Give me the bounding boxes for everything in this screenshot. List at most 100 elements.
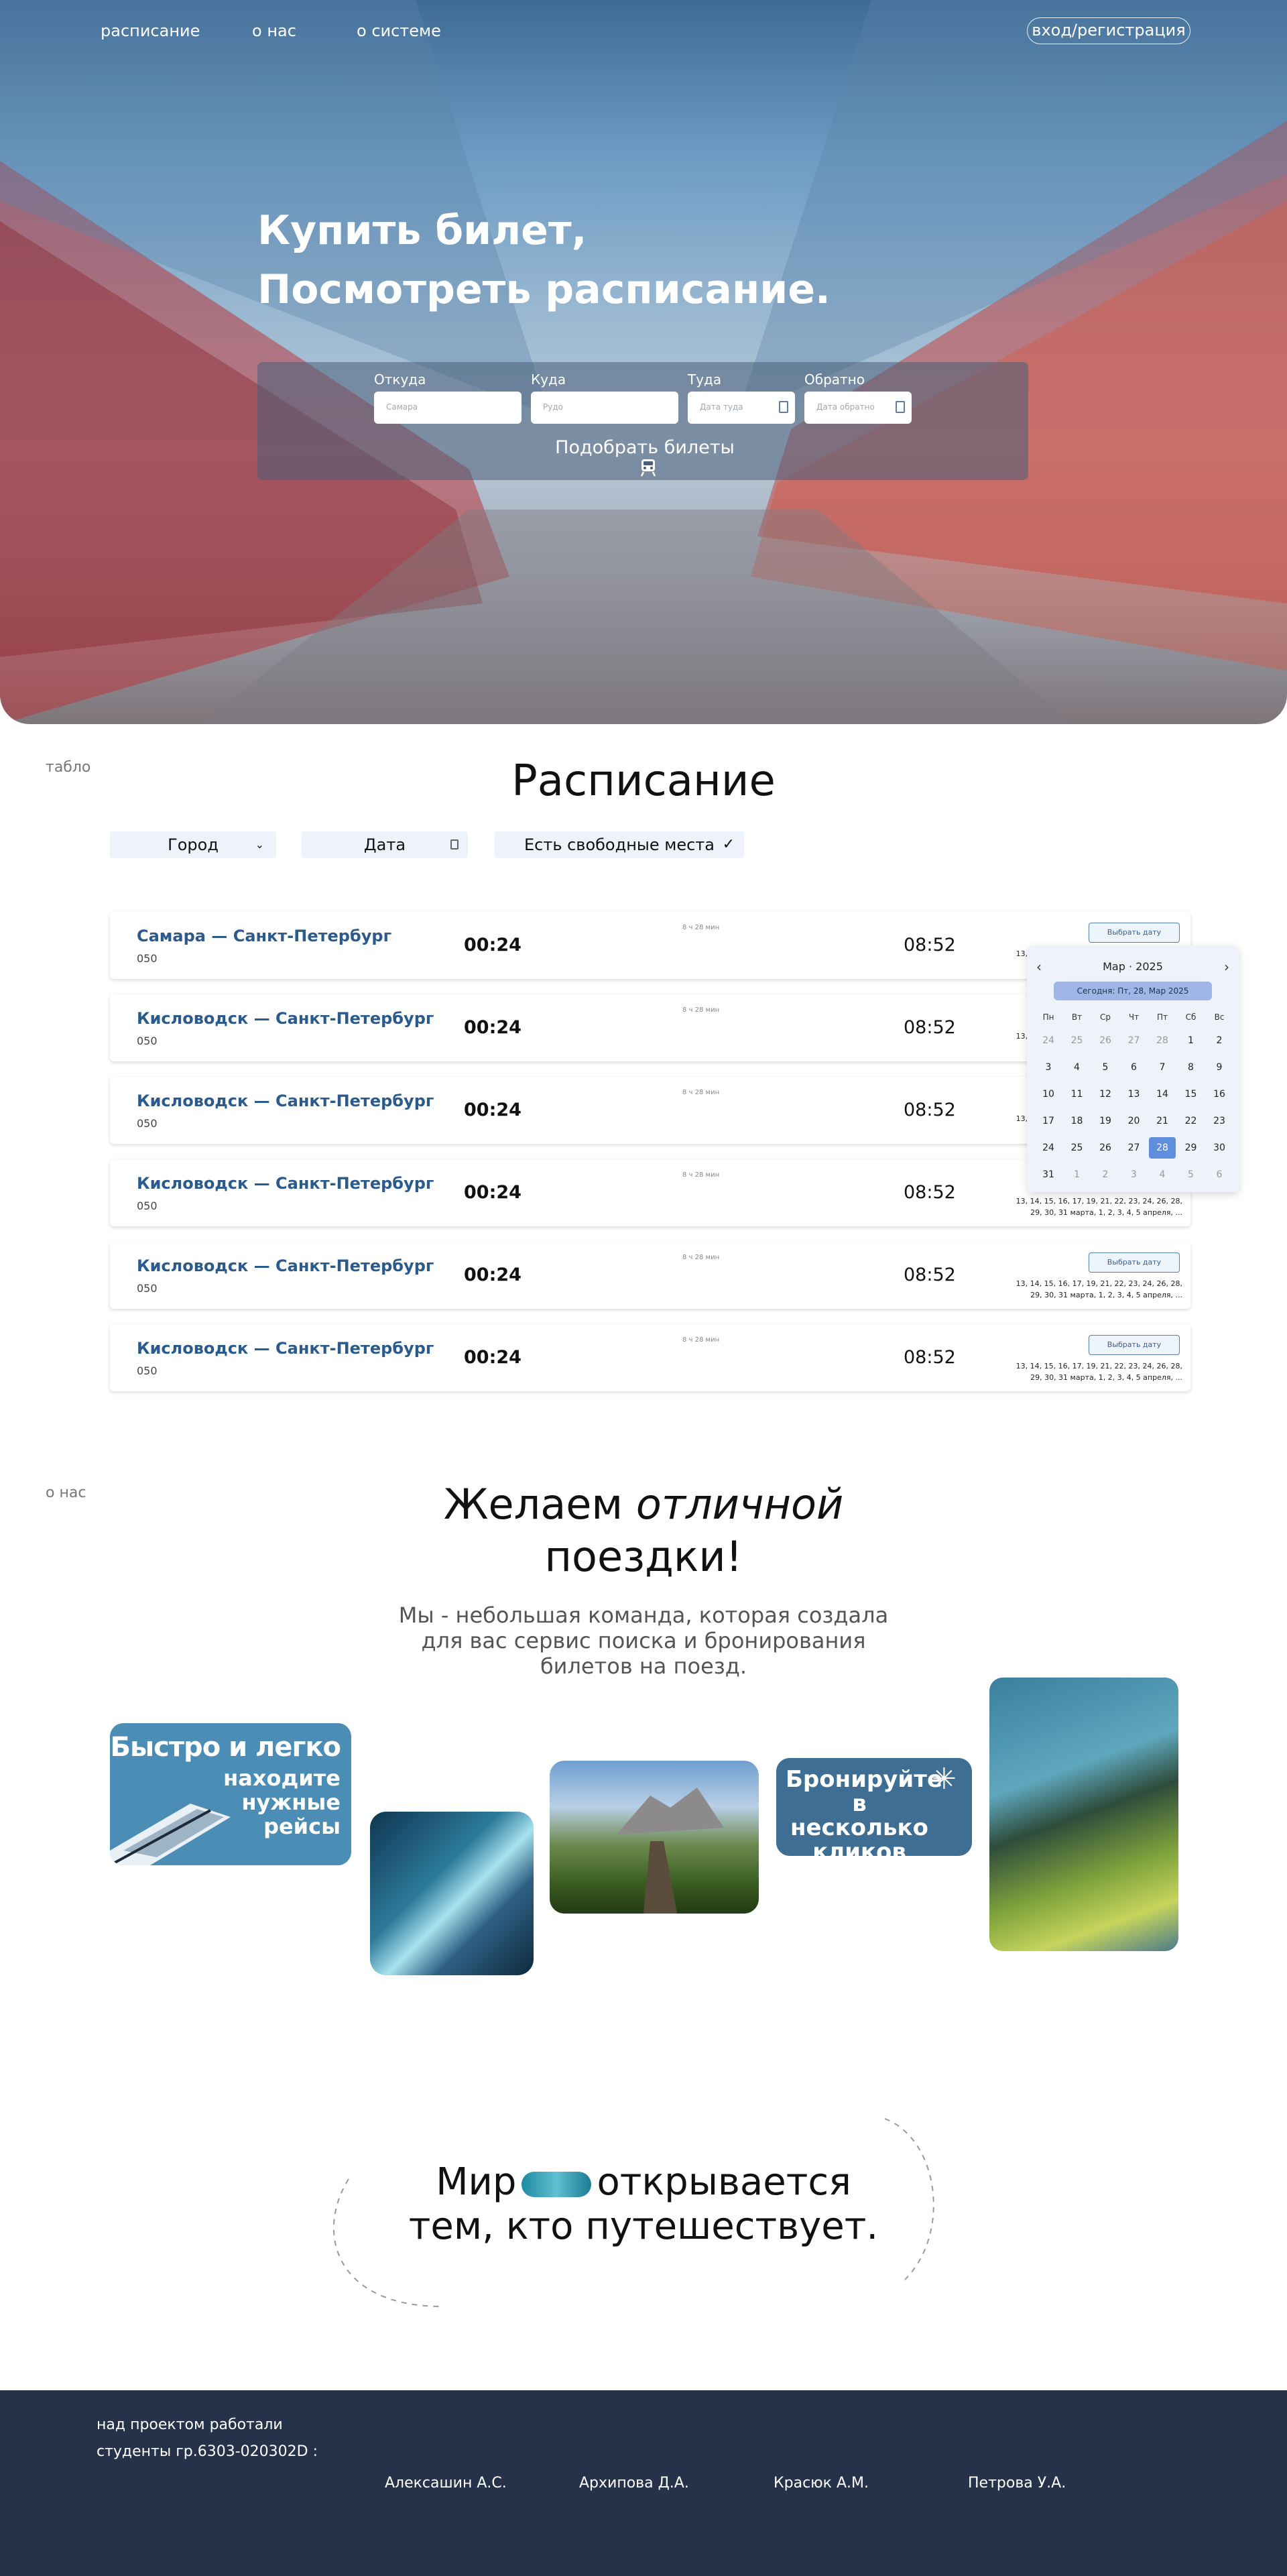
train-number: 050 xyxy=(137,1282,158,1295)
calendar-day[interactable]: 30 xyxy=(1206,1137,1233,1159)
calendar-today-button[interactable]: Сегодня: Пт, 28, Мар 2025 xyxy=(1054,982,1212,1000)
world-slogan-after: открывается xyxy=(597,2160,851,2204)
promo-fast-easy-title: Быстро и легко xyxy=(110,1732,341,1763)
calendar-day[interactable]: 25 xyxy=(1064,1030,1091,1051)
travel-duration: 8 ч 28 мин xyxy=(682,1171,720,1179)
calendar-day[interactable]: 31 xyxy=(1035,1164,1062,1185)
calendar-day[interactable]: 27 xyxy=(1121,1030,1148,1051)
calendar-month[interactable]: Мар xyxy=(1103,960,1125,973)
calendar-day[interactable]: 11 xyxy=(1064,1084,1091,1105)
calendar-year[interactable]: 2025 xyxy=(1136,960,1163,973)
calendar-day[interactable]: 3 xyxy=(1121,1164,1148,1185)
date-picker-calendar[interactable]: ‹ Мар · 2025 › Сегодня: Пт, 28, Мар 2025… xyxy=(1027,945,1239,1192)
promo-fast-easy-card: Быстро и легко находите нужные рейсы xyxy=(110,1723,351,1865)
calendar-icon[interactable] xyxy=(896,401,905,413)
promo-booking-card: Бронируйте в несколько кликов ✳ xyxy=(776,1758,972,1856)
calendar-icon[interactable] xyxy=(779,401,788,413)
return-input[interactable]: Дата обратно xyxy=(804,392,912,424)
calendar-day[interactable]: 26 xyxy=(1092,1137,1119,1159)
date-filter-label: Дата xyxy=(363,835,406,854)
weekday-label: Вт xyxy=(1071,1012,1083,1022)
calendar-day[interactable]: 17 xyxy=(1035,1110,1062,1132)
calendar-day[interactable]: 4 xyxy=(1149,1164,1176,1185)
world-slogan-before: Мир xyxy=(436,2160,517,2204)
arrival-time: 08:52 xyxy=(904,1017,956,1038)
footer-intro-line-1: над проектом работали xyxy=(97,2416,283,2433)
route-name: Кисловодск — Санкт-Петербург xyxy=(137,1339,434,1358)
weekday-label: Пт xyxy=(1156,1012,1168,1022)
calendar-day[interactable]: 26 xyxy=(1092,1030,1119,1051)
calendar-day[interactable]: 28 xyxy=(1149,1137,1176,1159)
calendar-day[interactable]: 3 xyxy=(1035,1057,1062,1078)
travel-duration: 8 ч 28 мин xyxy=(682,1006,720,1014)
nav-schedule-link[interactable]: расписание xyxy=(101,21,200,40)
return-field: Обратно Дата обратно xyxy=(804,371,912,424)
sparkle-icon: ✳ xyxy=(932,1762,957,1796)
about-title-emphasis: отличной xyxy=(635,1480,844,1529)
free-seats-filter[interactable]: Есть свободные места ✓ xyxy=(495,831,744,858)
calendar-day[interactable]: 1 xyxy=(1178,1030,1205,1051)
schedule-card[interactable]: Кисловодск — Санкт-Петербург 050 00:24 8 ч … xyxy=(110,1324,1190,1391)
calendar-day[interactable]: 9 xyxy=(1206,1057,1233,1078)
arrival-time: 08:52 xyxy=(904,1265,956,1285)
calendar-day[interactable]: 21 xyxy=(1149,1110,1176,1132)
calendar-day[interactable]: 23 xyxy=(1206,1110,1233,1132)
free-seats-filter-label: Есть свободные места xyxy=(524,835,715,854)
calendar-day[interactable]: 28 xyxy=(1149,1030,1176,1051)
weekday-label: Чт xyxy=(1128,1012,1140,1022)
schedule-card[interactable]: Кисловодск — Санкт-Петербург 050 00:24 8 ч … xyxy=(110,1242,1190,1309)
footer-author: Алексашин А.С. xyxy=(385,2475,507,2492)
to-input[interactable]: Рудо xyxy=(531,392,678,424)
train-motion-photo xyxy=(370,1812,534,1975)
calendar-day[interactable]: 2 xyxy=(1092,1164,1119,1185)
calendar-day[interactable]: 16 xyxy=(1206,1084,1233,1105)
route-name: Кисловодск — Санкт-Петербург xyxy=(137,1092,434,1110)
calendar-day[interactable]: 20 xyxy=(1121,1110,1148,1132)
calendar-day[interactable]: 6 xyxy=(1121,1057,1148,1078)
find-tickets-button[interactable]: Подобрать билеты xyxy=(544,437,745,477)
weekday-label: Сб xyxy=(1185,1012,1197,1022)
calendar-day[interactable]: 29 xyxy=(1178,1137,1205,1159)
calendar-day[interactable]: 27 xyxy=(1121,1137,1148,1159)
hero-banner: расписание о нас о системе вход/регистра… xyxy=(0,0,1287,724)
calendar-day[interactable]: 5 xyxy=(1178,1164,1205,1185)
calendar-day[interactable]: 15 xyxy=(1178,1084,1205,1105)
calendar-day[interactable]: 14 xyxy=(1149,1084,1176,1105)
calendar-day[interactable]: 4 xyxy=(1064,1057,1091,1078)
calendar-day[interactable]: 13 xyxy=(1121,1084,1148,1105)
login-button[interactable]: вход/регистрация xyxy=(1027,17,1190,44)
choose-date-button[interactable]: Выбрать дату xyxy=(1089,1335,1180,1355)
mountain-railway-photo xyxy=(550,1761,759,1914)
date-filter[interactable]: Дата xyxy=(302,831,468,858)
departure-time: 00:24 xyxy=(464,1017,522,1038)
return-placeholder: Дата обратно xyxy=(816,402,875,412)
calendar-day[interactable]: 12 xyxy=(1092,1084,1119,1105)
from-input[interactable]: Самара xyxy=(374,392,522,424)
next-month-icon[interactable]: › xyxy=(1224,959,1229,975)
depart-input[interactable]: Дата туда xyxy=(688,392,795,424)
city-filter[interactable]: Город ⌄ xyxy=(110,831,276,858)
nav-system-link[interactable]: о системе xyxy=(357,21,441,40)
route-name: Кисловодск — Санкт-Петербург xyxy=(137,1256,434,1275)
calendar-day[interactable]: 25 xyxy=(1064,1137,1091,1159)
calendar-day[interactable]: 10 xyxy=(1035,1084,1062,1105)
calendar-day[interactable]: 5 xyxy=(1092,1057,1119,1078)
calendar-day[interactable]: 22 xyxy=(1178,1110,1205,1132)
choose-date-button[interactable]: Выбрать дату xyxy=(1089,923,1180,943)
chevron-down-icon: ⌄ xyxy=(255,838,264,851)
footer-intro-line-2: студенты гр.6303-020302D : xyxy=(97,2443,318,2460)
calendar-day[interactable]: 1 xyxy=(1064,1164,1091,1185)
calendar-day[interactable]: 18 xyxy=(1064,1110,1091,1132)
nav-about-link[interactable]: о нас xyxy=(252,21,296,40)
choose-date-button[interactable]: Выбрать дату xyxy=(1089,1252,1180,1273)
route-name: Кисловодск — Санкт-Петербург xyxy=(137,1174,434,1193)
calendar-day[interactable]: 19 xyxy=(1092,1110,1119,1132)
calendar-day[interactable]: 24 xyxy=(1035,1137,1062,1159)
about-title: Желаем отличной поездки! xyxy=(0,1478,1287,1583)
calendar-day[interactable]: 8 xyxy=(1178,1057,1205,1078)
calendar-day[interactable]: 2 xyxy=(1206,1030,1233,1051)
world-slogan-line-2: тем, кто путешествует. xyxy=(408,2205,879,2248)
calendar-day[interactable]: 6 xyxy=(1206,1164,1233,1185)
calendar-day[interactable]: 24 xyxy=(1035,1030,1062,1051)
calendar-day[interactable]: 7 xyxy=(1149,1057,1176,1078)
